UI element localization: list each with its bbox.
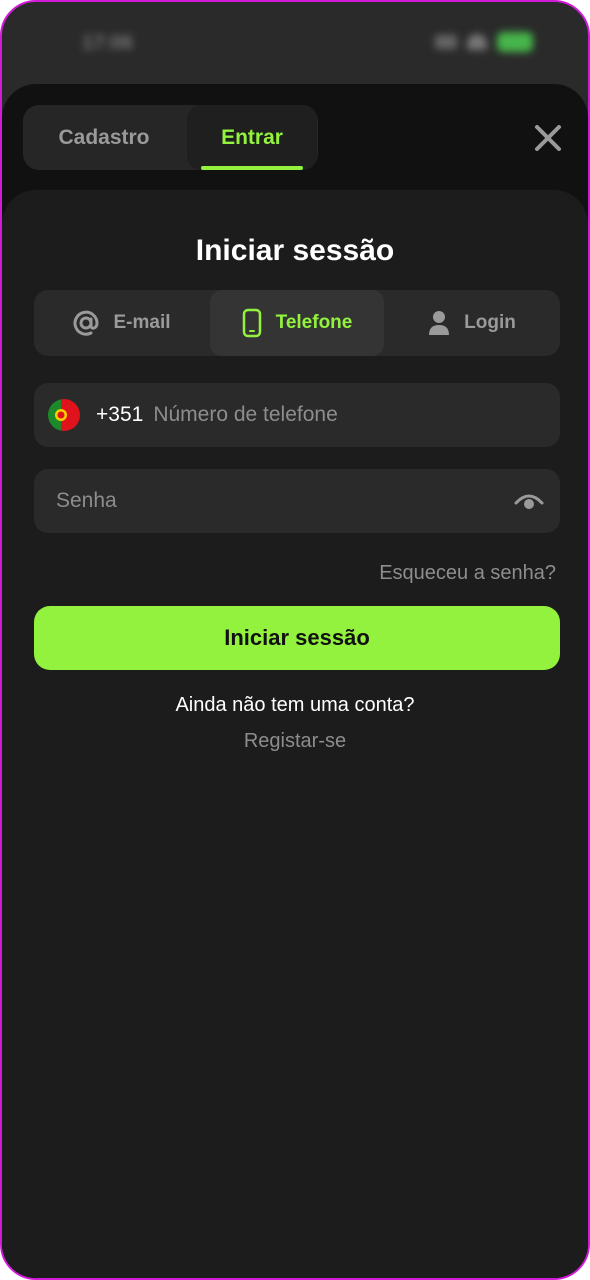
tab-telefone-label: Telefone (275, 312, 353, 333)
tab-login-label: Login (464, 312, 516, 333)
page-title: Iniciar sessão (195, 234, 395, 267)
active-tab-indicator (201, 166, 303, 170)
device-frame: 17:06 Cadastro Entrar Iniciar sessão E-m… (0, 0, 590, 1280)
tab-entrar-label: Entrar (221, 125, 283, 149)
forgot-password-link[interactable]: Esqueceu a senha? (379, 562, 556, 585)
tab-telefone[interactable]: Telefone (210, 290, 384, 356)
phone-field: +351 (34, 383, 560, 447)
country-code[interactable]: +351 (96, 403, 143, 427)
auth-sheet: Cadastro Entrar Iniciar sessão E-mail Te… (2, 84, 588, 1278)
wifi-icon (467, 34, 487, 50)
signal-icon (435, 35, 457, 49)
close-icon (535, 125, 561, 151)
tab-cadastro[interactable]: Cadastro (23, 105, 185, 170)
tab-email-label: E-mail (113, 312, 171, 333)
status-icons (435, 32, 533, 52)
tab-email[interactable]: E-mail (34, 290, 210, 356)
status-bar: 17:06 (2, 2, 588, 82)
close-button[interactable] (532, 122, 564, 154)
at-icon (74, 310, 99, 336)
no-account-text: Ainda não tem uma conta? (175, 694, 415, 716)
user-icon (429, 311, 450, 335)
register-link[interactable]: Registar-se (2, 730, 588, 753)
login-method-tabs: E-mail Telefone Login (34, 290, 560, 356)
phone-icon (242, 308, 261, 338)
password-input[interactable] (56, 469, 496, 533)
login-panel: Iniciar sessão E-mail Telefone Login +35… (2, 190, 588, 1278)
login-submit-button[interactable]: Iniciar sessão (34, 606, 560, 670)
portugal-flag-icon[interactable] (48, 399, 80, 431)
tab-login[interactable]: Login (384, 290, 560, 356)
phone-input[interactable] (153, 383, 534, 447)
tab-entrar[interactable]: Entrar (187, 105, 317, 170)
battery-icon (497, 32, 533, 52)
status-time: 17:06 (82, 32, 134, 54)
password-field (34, 469, 560, 533)
eye-icon[interactable] (514, 489, 544, 513)
auth-mode-tabs: Cadastro Entrar (23, 105, 318, 170)
